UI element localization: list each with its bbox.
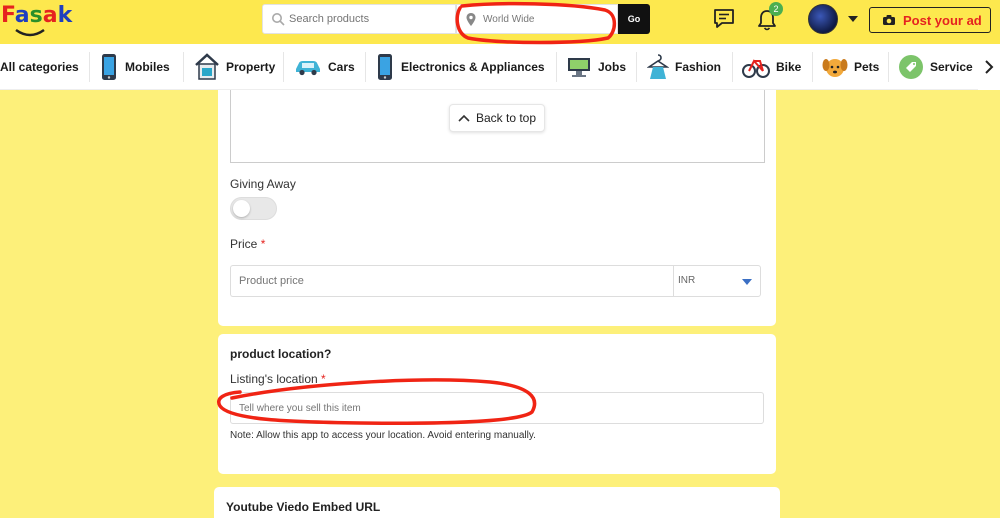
divider bbox=[812, 52, 813, 82]
location-field[interactable] bbox=[456, 4, 618, 34]
location-section-title: product location? bbox=[230, 347, 332, 361]
listing-location-label: Listing's location bbox=[230, 372, 318, 386]
chevron-up-icon bbox=[458, 114, 470, 122]
category-bike[interactable]: Bike bbox=[742, 44, 801, 90]
divider bbox=[365, 52, 366, 82]
category-label: Electronics & Appliances bbox=[401, 60, 545, 74]
property-icon bbox=[195, 53, 219, 80]
chevron-right-icon bbox=[985, 60, 994, 74]
required-mark: * bbox=[321, 372, 326, 386]
map-pin-icon bbox=[466, 13, 476, 26]
youtube-section-title: Youtube Viedo Embed URL bbox=[226, 500, 381, 514]
divider bbox=[732, 52, 733, 82]
divider bbox=[89, 52, 90, 82]
currency-value: INR bbox=[678, 275, 696, 286]
scroll-right-button[interactable] bbox=[978, 44, 1000, 90]
divider bbox=[888, 52, 889, 82]
location-card: product location? Listing's location * N… bbox=[218, 334, 776, 474]
divider bbox=[283, 52, 284, 82]
location-input[interactable] bbox=[483, 5, 613, 33]
go-button[interactable]: Go bbox=[618, 4, 650, 34]
category-fashion[interactable]: Fashion bbox=[647, 44, 721, 90]
jobs-icon bbox=[568, 58, 590, 77]
divider bbox=[556, 52, 557, 82]
chat-icon[interactable] bbox=[713, 8, 735, 30]
user-avatar[interactable] bbox=[808, 4, 838, 34]
back-to-top-button[interactable]: Back to top bbox=[449, 104, 545, 132]
caret-down-icon[interactable] bbox=[848, 16, 858, 22]
listing-location-input[interactable] bbox=[230, 392, 764, 424]
back-to-top-label: Back to top bbox=[475, 111, 537, 125]
youtube-card: Youtube Viedo Embed URL bbox=[214, 487, 780, 518]
service-icon bbox=[899, 55, 923, 79]
category-property[interactable]: Property bbox=[194, 44, 275, 90]
search-icon bbox=[272, 13, 285, 26]
required-mark: * bbox=[260, 237, 266, 251]
category-electronics[interactable]: Electronics & Appliances bbox=[375, 44, 545, 90]
price-label: Price bbox=[230, 237, 258, 251]
location-note: Note: Allow this app to access your loca… bbox=[230, 430, 536, 441]
bike-icon bbox=[742, 59, 770, 78]
logo-smile-icon bbox=[15, 28, 45, 37]
category-label: Jobs bbox=[598, 60, 627, 74]
category-label: Mobiles bbox=[125, 60, 170, 74]
details-card: Back to top Giving Away Price * INR bbox=[218, 90, 776, 326]
notification-badge: 2 bbox=[769, 2, 783, 16]
search-field[interactable] bbox=[262, 4, 456, 34]
category-label: Bike bbox=[776, 60, 802, 74]
post-ad-button[interactable]: Post your ad bbox=[869, 7, 991, 33]
mobile-icon bbox=[102, 54, 116, 80]
divider bbox=[183, 52, 184, 82]
top-header: Fasak Go 2 Po bbox=[0, 0, 1000, 44]
currency-select[interactable]: INR bbox=[673, 265, 761, 297]
caret-down-icon bbox=[742, 279, 752, 285]
giving-away-toggle[interactable] bbox=[230, 197, 277, 220]
car-icon bbox=[296, 61, 320, 76]
category-label: Fashion bbox=[675, 60, 722, 74]
category-label: All categories bbox=[0, 60, 79, 74]
listing-location-label-row: Listing's location * bbox=[230, 372, 326, 386]
camera-icon bbox=[883, 15, 895, 25]
price-label-row: Price * bbox=[230, 237, 265, 251]
toggle-knob bbox=[233, 200, 250, 217]
category-nav: All categories Mobiles Property Cars Ele… bbox=[0, 44, 1000, 90]
category-mobiles[interactable]: Mobiles bbox=[99, 44, 170, 90]
category-service[interactable]: Service bbox=[898, 44, 973, 90]
category-label: Cars bbox=[328, 60, 355, 74]
price-input[interactable] bbox=[230, 265, 673, 297]
category-jobs[interactable]: Jobs bbox=[566, 44, 626, 90]
category-label: Service bbox=[930, 60, 973, 74]
giving-away-label: Giving Away bbox=[230, 177, 296, 191]
logo-text: Fasak bbox=[1, 3, 73, 28]
fashion-icon bbox=[647, 54, 669, 79]
category-cars[interactable]: Cars bbox=[294, 44, 355, 90]
divider bbox=[636, 52, 637, 82]
category-all[interactable]: All categories bbox=[0, 44, 79, 90]
category-label: Pets bbox=[854, 60, 880, 74]
category-label: Property bbox=[226, 60, 276, 74]
category-pets[interactable]: Pets bbox=[822, 44, 879, 90]
search-input[interactable] bbox=[289, 5, 449, 33]
fasak-logo[interactable]: Fasak bbox=[1, 2, 73, 42]
electronics-icon bbox=[378, 54, 392, 80]
post-ad-label: Post your ad bbox=[903, 12, 982, 28]
pets-icon bbox=[822, 59, 848, 77]
